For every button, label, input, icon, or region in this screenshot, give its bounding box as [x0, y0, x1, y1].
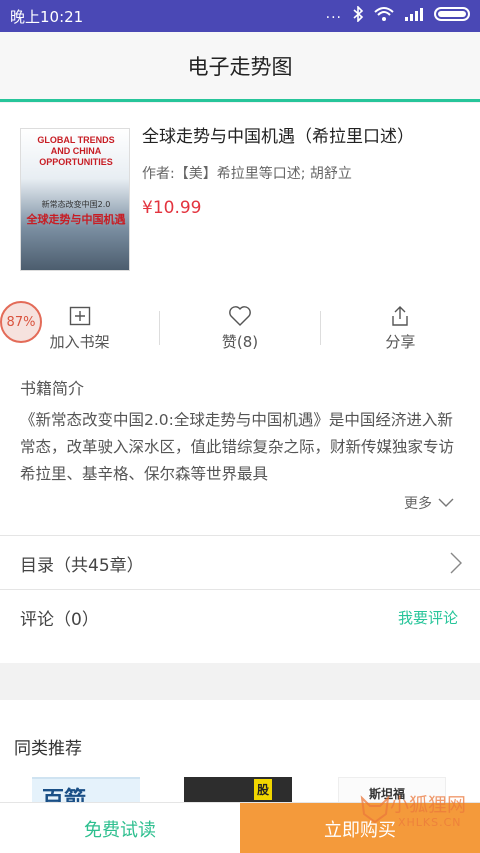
comments-label: 评论（0）: [20, 610, 99, 630]
chevron-right-icon: [450, 552, 462, 574]
toc-row[interactable]: 目录（共45章）: [0, 535, 480, 589]
page-title: 电子走势图: [187, 54, 293, 79]
share-label: 分享: [385, 332, 416, 351]
recommend-book-2-text: 股: [253, 779, 272, 800]
book-author: 作者:【美】希拉里等口述; 胡舒立: [142, 166, 352, 182]
buy-now-button[interactable]: 立即购买: [240, 803, 480, 853]
add-to-shelf-label: 加入书架: [49, 332, 110, 351]
recommend-heading: 同类推荐: [14, 739, 82, 759]
write-comment-link[interactable]: 我要评论: [398, 607, 458, 628]
signal-icon: [405, 8, 423, 21]
chevron-down-icon: [438, 498, 454, 507]
book-price: ¥10.99: [142, 198, 202, 218]
intro-text: 《新常态改变中国2.0:全球走势与中国机遇》是中国经济进入新常态，改革驶入深水区…: [20, 411, 455, 483]
more-dots-icon: ...: [325, 6, 342, 22]
book-intro-section: 书籍简介 《新常态改变中国2.0:全球走势与中国机遇》是中国经济进入新常态，改革…: [0, 363, 480, 535]
battery-icon: [434, 7, 470, 21]
action-bar: 加入书架 赞(8) 分享: [0, 293, 480, 363]
title-bar: 电子走势图: [0, 32, 480, 102]
cover-subtitle-cn: 新常态改变中国2.0: [41, 200, 111, 209]
more-button[interactable]: 更多: [404, 493, 454, 513]
progress-badge[interactable]: 87%: [0, 301, 42, 343]
cover-title-cn: 全球走势与中国机遇: [26, 213, 126, 226]
like-label: 赞(8): [221, 332, 259, 351]
status-bar: 晚上10:21 ...: [0, 0, 480, 32]
more-label: 更多: [404, 496, 432, 512]
comments-row: 评论（0） 我要评论: [0, 589, 480, 663]
book-info-card: GLOBAL TRENDS AND CHINA OPPORTUNITIES 新常…: [0, 103, 480, 293]
share-icon: [388, 305, 412, 327]
like-button[interactable]: 赞(8): [160, 293, 319, 363]
recommend-book-3-text: 斯坦福: [368, 787, 405, 801]
book-title: 全球走势与中国机遇（希拉里口述）: [142, 127, 414, 147]
wifi-icon: [374, 7, 394, 21]
bluetooth-icon: [353, 6, 364, 22]
book-cover[interactable]: GLOBAL TRENDS AND CHINA OPPORTUNITIES 新常…: [20, 128, 130, 271]
heart-icon: [228, 305, 252, 327]
bottom-action-bar: 免费试读 立即购买: [0, 802, 480, 853]
add-to-shelf-icon: [68, 305, 92, 327]
share-button[interactable]: 分享: [321, 293, 480, 363]
status-icons: ...: [326, 6, 470, 22]
free-trial-button[interactable]: 免费试读: [0, 803, 240, 853]
status-time: 晚上10:21: [10, 8, 84, 26]
toc-label: 目录（共45章）: [20, 556, 144, 576]
cover-title-en: GLOBAL TRENDS AND CHINA OPPORTUNITIES: [37, 135, 115, 167]
intro-heading: 书籍简介: [20, 379, 85, 398]
